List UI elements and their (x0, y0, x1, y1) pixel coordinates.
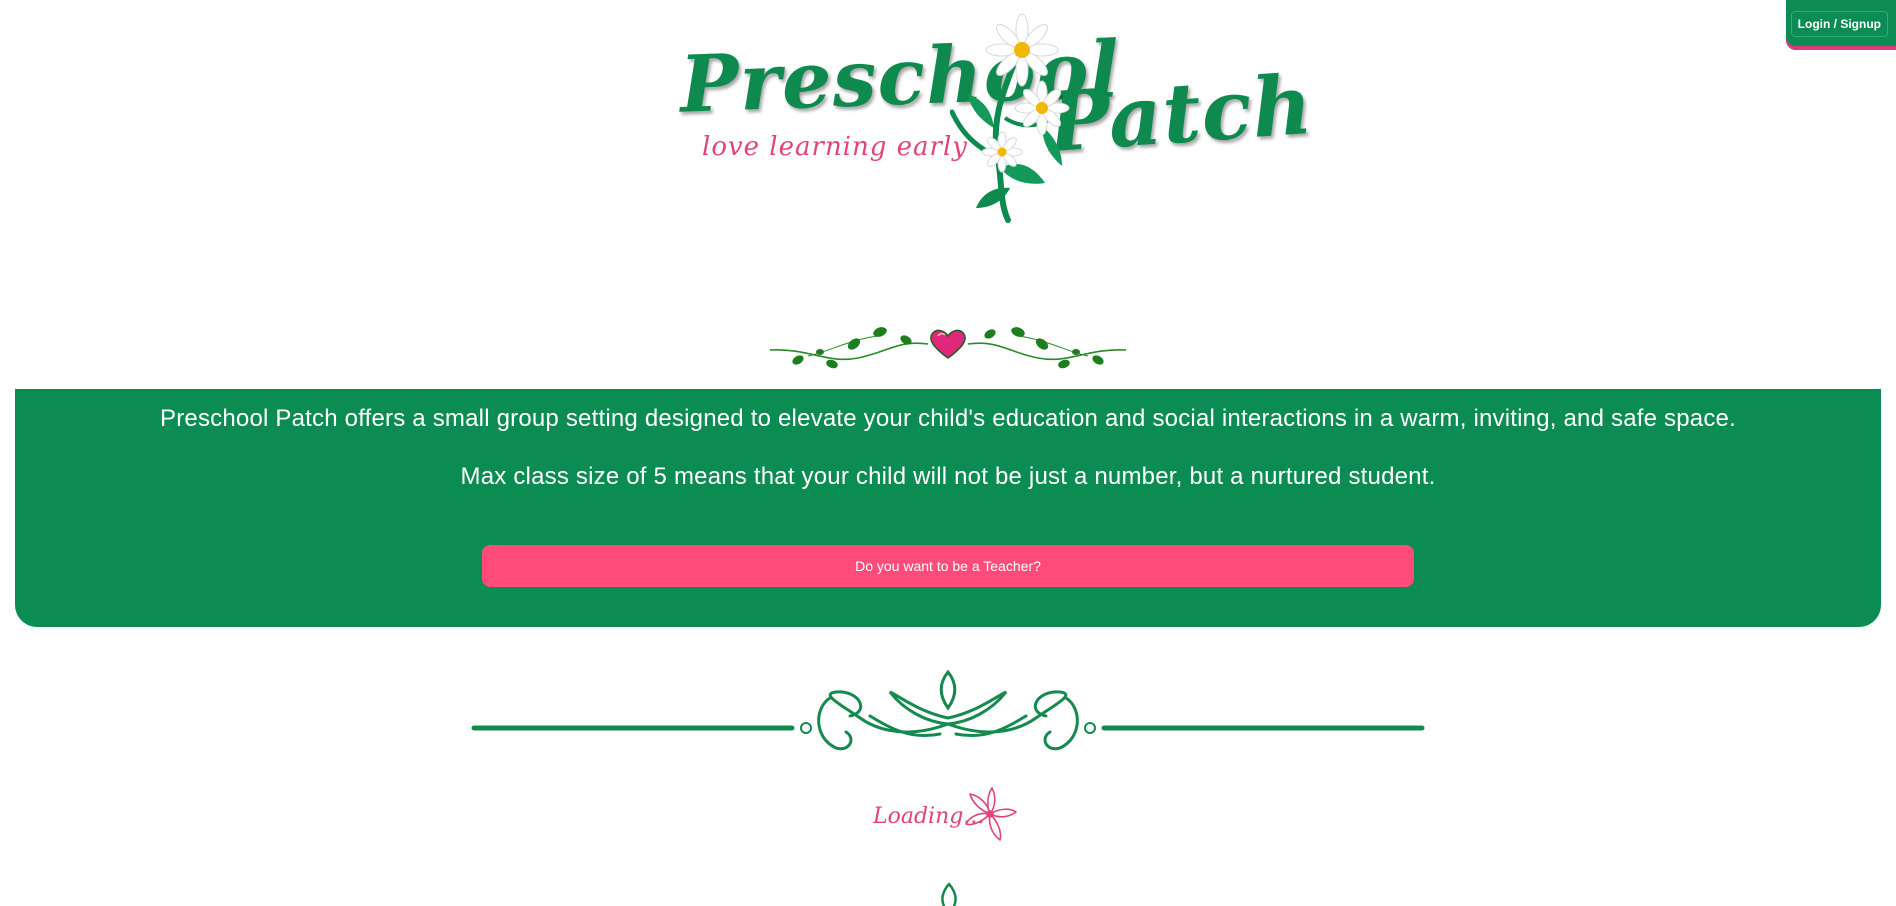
site-logo[interactable]: Preschool Patch love learning early (660, 8, 1316, 228)
heart-vine-icon (769, 327, 1127, 369)
login-corner: Login / Signup (1786, 0, 1896, 50)
page: Login / Signup Preschool Patch love lear… (0, 0, 1896, 906)
become-teacher-button[interactable]: Do you want to be a Teacher? (482, 545, 1414, 587)
intro-line-2: Max class size of 5 means that your chil… (460, 463, 1436, 490)
logo-tagline: love learning early (702, 132, 968, 162)
login-signup-button[interactable]: Login / Signup (1790, 11, 1888, 37)
ornamental-divider-icon (471, 669, 1425, 751)
logo-word-patch: Patch (1044, 56, 1317, 172)
leaf-ornament-icon (941, 882, 957, 906)
intro-line-1: Preschool Patch offers a small group set… (160, 405, 1736, 432)
intro-band: Preschool Patch offers a small group set… (15, 389, 1881, 627)
daisy-flower-icon (950, 13, 1070, 223)
lily-flower-icon (965, 787, 1017, 841)
